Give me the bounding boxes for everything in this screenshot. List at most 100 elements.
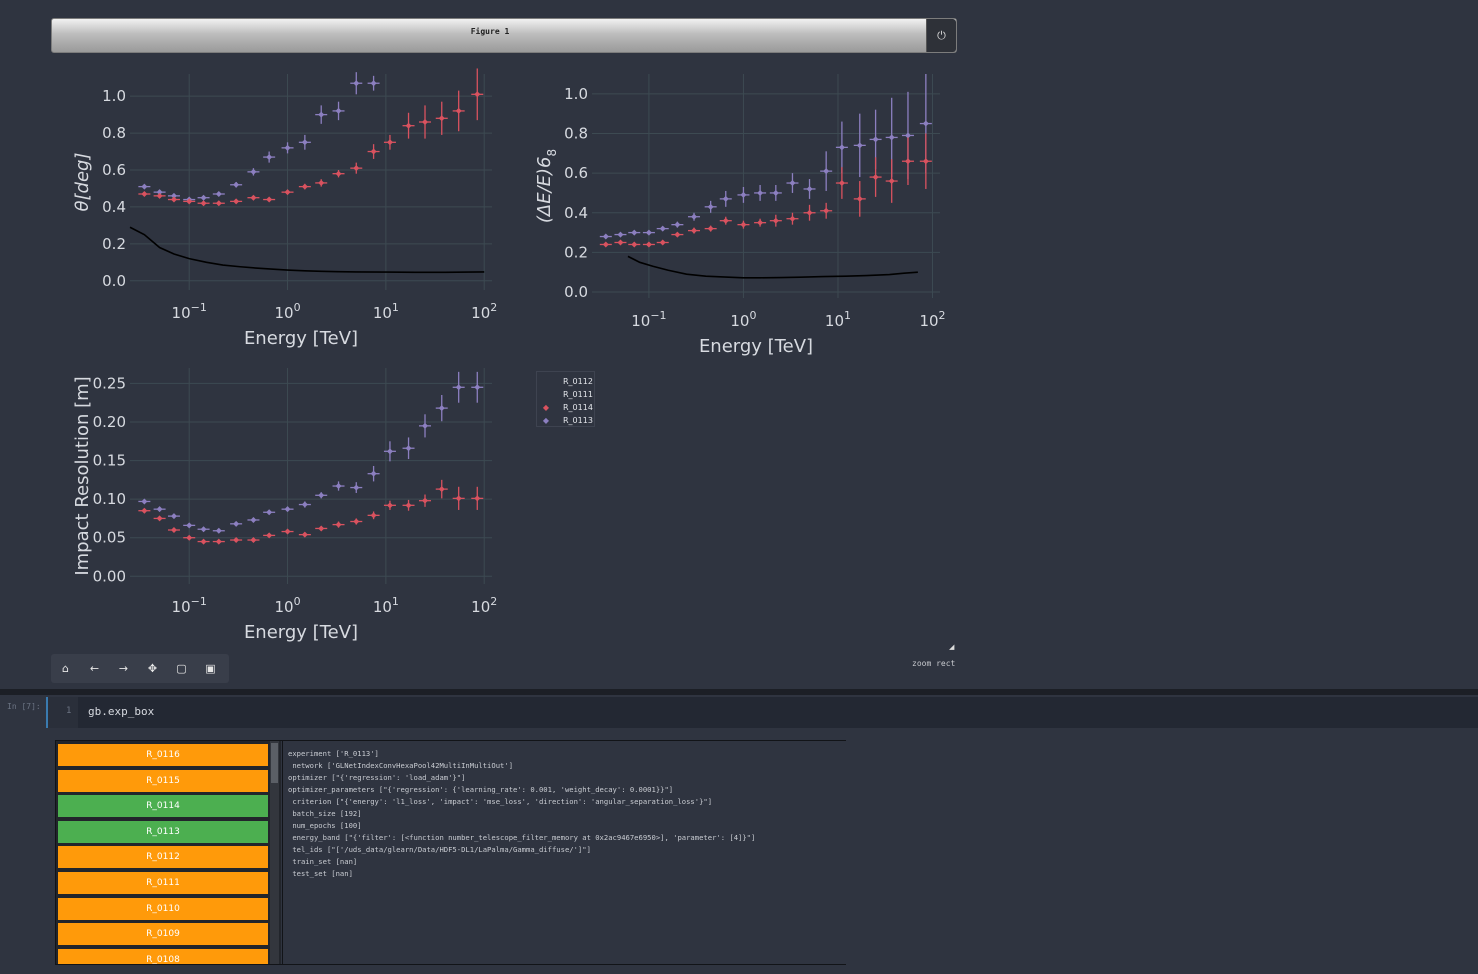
data-point — [301, 501, 308, 508]
code-input[interactable]: gb.exp_box — [88, 705, 154, 718]
data-point — [659, 225, 666, 232]
legend-marker-icon: ◆ — [542, 415, 550, 425]
data-point — [691, 213, 698, 220]
data-point — [422, 497, 429, 504]
data-point — [922, 158, 929, 165]
data-point — [215, 538, 222, 545]
data-point — [370, 80, 377, 87]
data-point — [838, 144, 845, 151]
experiment-details-text: experiment ['R_0113'] network ['GLNetInd… — [288, 749, 756, 878]
x-tick-label: 101 — [373, 595, 399, 616]
data-point — [872, 174, 879, 181]
data-point — [170, 527, 177, 533]
experiment-box: R_0116 R_0115 R_0114 R_0113 R_0112 R_0111 R_01… — [55, 740, 846, 965]
data-point — [691, 227, 698, 234]
data-point — [233, 520, 240, 527]
data-point — [250, 516, 257, 523]
data-point — [156, 192, 163, 199]
x-tick-label: 10−1 — [172, 595, 207, 616]
data-point — [674, 231, 681, 238]
data-point — [645, 229, 652, 236]
figure-canvas[interactable]: 0.0 0.2 0.4 0.6 0.8 1.0 10−1 100 101 102 Energy [T… — [0, 54, 960, 694]
data-point — [474, 495, 481, 502]
chart-3: 0.00 0.05 0.10 0.15 0.20 0.25 10−1 100 101 102 Ene… — [72, 368, 497, 643]
line-number: 1 — [66, 706, 72, 716]
experiment-button-r-0115[interactable]: R_0115 — [58, 769, 268, 792]
back-arrow-icon[interactable]: ← — [80, 654, 109, 683]
experiment-button-r-0108[interactable]: R_0108 — [58, 948, 268, 964]
move-icon[interactable]: ✥ — [138, 654, 167, 683]
home-icon[interactable]: ⌂ — [51, 654, 80, 683]
data-point — [141, 183, 148, 190]
x-tick-label: 10−1 — [172, 301, 207, 322]
figure-title: Figure 1 — [470, 27, 510, 36]
data-point — [301, 183, 308, 190]
data-point — [856, 195, 863, 202]
data-point — [806, 185, 813, 192]
data-point — [353, 518, 360, 525]
y-tick-label: 0.4 — [564, 204, 588, 222]
experiment-button-r-0116[interactable]: R_0116 — [58, 744, 268, 766]
data-point — [757, 189, 764, 196]
data-point — [645, 241, 652, 248]
data-point — [707, 203, 714, 210]
x-tick-label: 102 — [471, 595, 497, 616]
y-tick-label: 0.10 — [93, 490, 126, 508]
data-point — [438, 486, 445, 493]
data-point — [405, 445, 412, 452]
data-point — [301, 531, 308, 538]
data-point — [233, 198, 240, 205]
x-axis-label: Energy [TeV] — [244, 622, 358, 643]
experiment-button-r-0113[interactable]: R_0113 — [58, 820, 268, 843]
data-point — [170, 196, 177, 203]
y-tick-label: 0.4 — [102, 198, 126, 216]
experiment-button-r-0109[interactable]: R_0109 — [58, 923, 268, 946]
experiment-button-r-0110[interactable]: R_0110 — [58, 897, 268, 920]
data-point — [353, 484, 360, 491]
data-point — [405, 502, 412, 509]
y-axis-label: θ[deg] — [72, 153, 93, 212]
data-point — [233, 181, 240, 188]
y-tick-label: 0.20 — [93, 413, 126, 431]
data-point — [422, 119, 429, 125]
data-point — [215, 200, 222, 207]
data-point — [318, 111, 325, 118]
x-axis-label: Energy [TeV] — [699, 336, 813, 357]
legend: R_0112 R_0111 ◆ R_0114 ◆ R_0113 — [536, 371, 595, 427]
data-point — [215, 527, 222, 534]
y-tick-label: 0.15 — [93, 452, 126, 470]
data-point — [856, 142, 863, 149]
resize-grip-icon[interactable]: ◢ — [949, 643, 954, 651]
y-tick-label: 0.8 — [564, 124, 588, 142]
experiment-list[interactable]: R_0116 R_0115 R_0114 R_0113 R_0112 R_0111 R_01… — [56, 741, 281, 964]
scrollbar-thumb[interactable] — [271, 743, 278, 783]
y-tick-label: 0.6 — [102, 161, 126, 179]
legend-label: R_0114 — [563, 402, 593, 412]
baseline-line — [129, 226, 485, 274]
zoom-rect-icon[interactable]: ▢ — [167, 654, 196, 683]
data-point — [789, 215, 796, 222]
forward-arrow-icon[interactable]: → — [109, 654, 138, 683]
y-tick-label: 0.0 — [564, 283, 588, 301]
x-tick-label: 10−1 — [631, 309, 666, 330]
legend-marker-icon: ◆ — [542, 402, 550, 412]
power-icon[interactable]: ⏻ — [926, 19, 956, 52]
experiment-button-r-0112[interactable]: R_0112 — [58, 846, 268, 869]
data-point — [386, 139, 393, 146]
code-cell[interactable]: 1 gb.exp_box — [46, 697, 1478, 728]
data-point — [455, 384, 462, 391]
experiment-button-r-0114[interactable]: R_0114 — [58, 795, 268, 818]
data-point — [284, 189, 291, 196]
data-point — [707, 225, 714, 232]
data-point — [215, 191, 222, 197]
data-point — [200, 526, 207, 533]
experiment-button-r-0111[interactable]: R_0111 — [58, 872, 268, 894]
data-point — [904, 158, 911, 165]
cell-separator — [0, 689, 1478, 695]
data-point — [405, 122, 412, 129]
data-point — [789, 180, 796, 187]
save-icon[interactable]: ▣ — [196, 654, 225, 683]
data-point — [301, 139, 308, 146]
data-point — [353, 80, 360, 87]
data-point — [266, 509, 273, 516]
